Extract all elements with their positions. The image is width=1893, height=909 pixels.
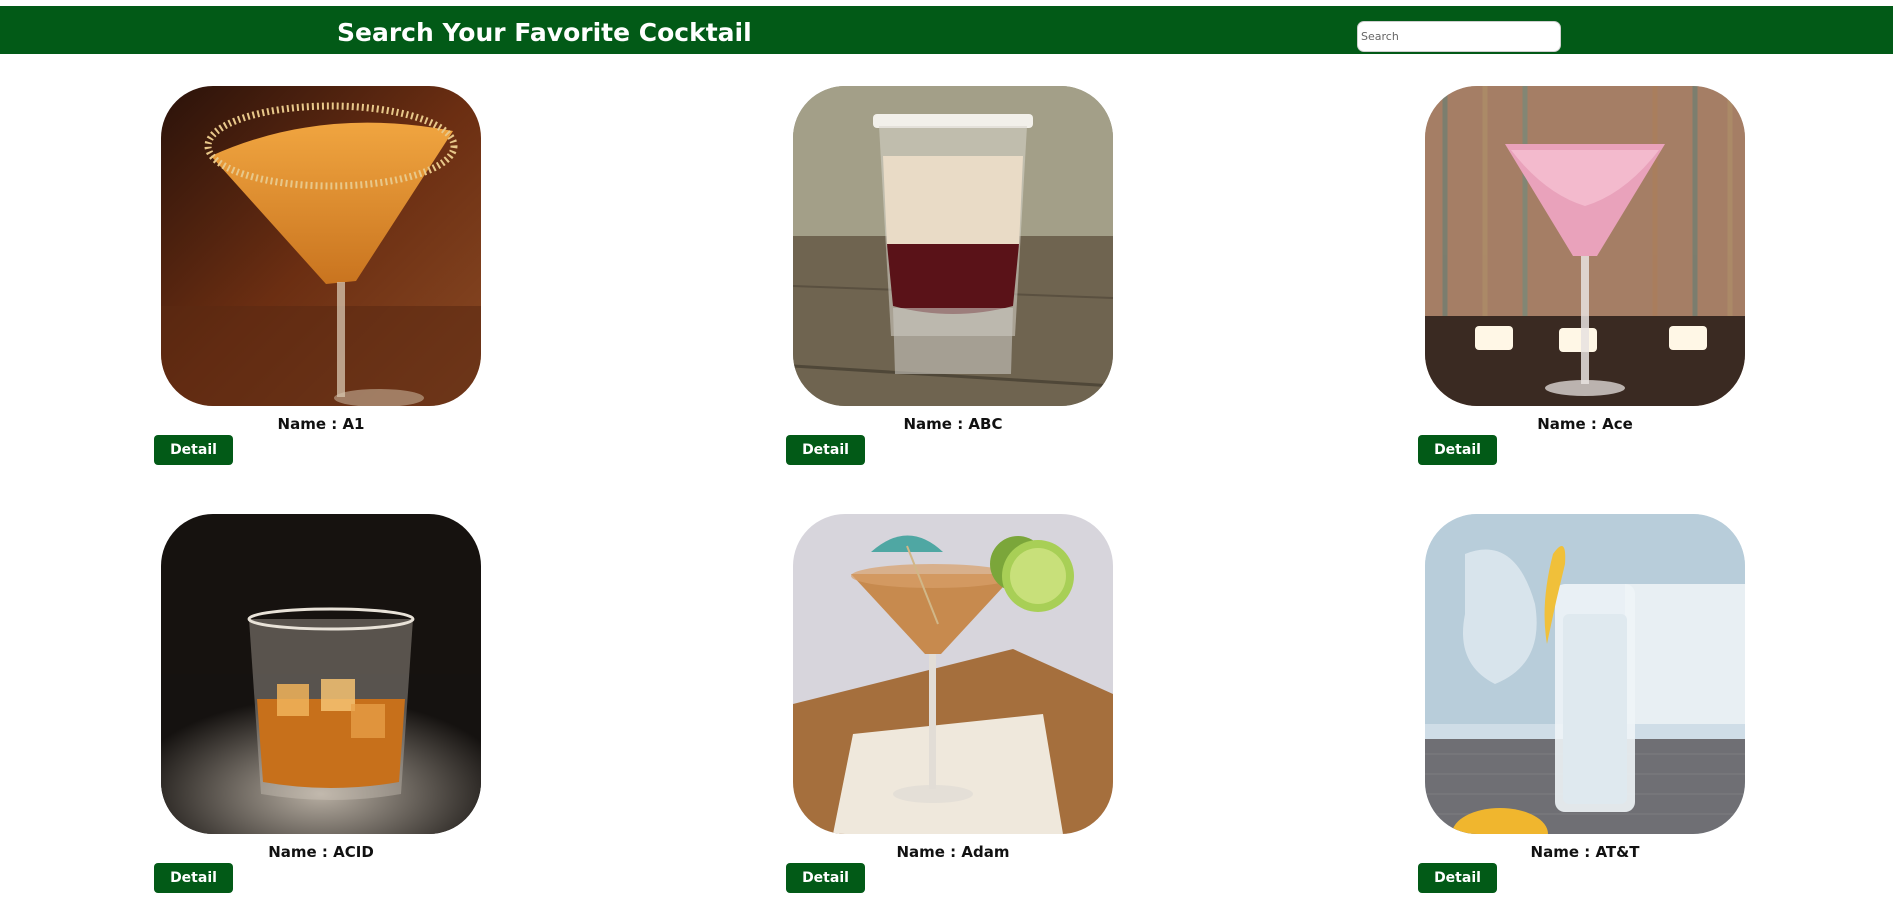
cocktail-name: Name : ACID bbox=[268, 843, 374, 861]
cocktail-card: Name : Ace Detail bbox=[1418, 86, 1758, 486]
detail-button[interactable]: Detail bbox=[154, 435, 233, 465]
cocktail-image[interactable] bbox=[793, 86, 1113, 406]
detail-button[interactable]: Detail bbox=[154, 863, 233, 893]
cocktail-name: Name : AT&T bbox=[1530, 843, 1640, 861]
cocktail-image[interactable] bbox=[793, 514, 1113, 834]
cocktail-card: Name : ACID Detail bbox=[154, 514, 494, 909]
search-input[interactable] bbox=[1357, 21, 1561, 52]
cocktail-name: Name : Ace bbox=[1537, 415, 1633, 433]
cocktail-name: Name : A1 bbox=[277, 415, 365, 433]
cocktail-name: Name : Adam bbox=[896, 843, 1010, 861]
page-title: Search Your Favorite Cocktail bbox=[337, 18, 752, 47]
detail-button[interactable]: Detail bbox=[1418, 435, 1497, 465]
detail-button[interactable]: Detail bbox=[1418, 863, 1497, 893]
cocktail-image[interactable] bbox=[161, 86, 481, 406]
cocktail-image[interactable] bbox=[1425, 514, 1745, 834]
cocktail-name: Name : ABC bbox=[903, 415, 1003, 433]
detail-button[interactable]: Detail bbox=[786, 863, 865, 893]
cocktail-card: Name : ABC Detail bbox=[786, 86, 1126, 486]
page: Search Your Favorite Cocktail Search Nam… bbox=[0, 0, 1893, 909]
cocktail-card: Name : A1 Detail bbox=[154, 86, 494, 486]
cocktail-card: Name : Adam Detail bbox=[786, 514, 1126, 909]
cocktail-image[interactable] bbox=[161, 514, 481, 834]
detail-button[interactable]: Detail bbox=[786, 435, 865, 465]
cocktail-card: Name : AT&T Detail bbox=[1418, 514, 1758, 909]
cocktail-image[interactable] bbox=[1425, 86, 1745, 406]
header-bar: Search Your Favorite Cocktail bbox=[0, 6, 1893, 54]
